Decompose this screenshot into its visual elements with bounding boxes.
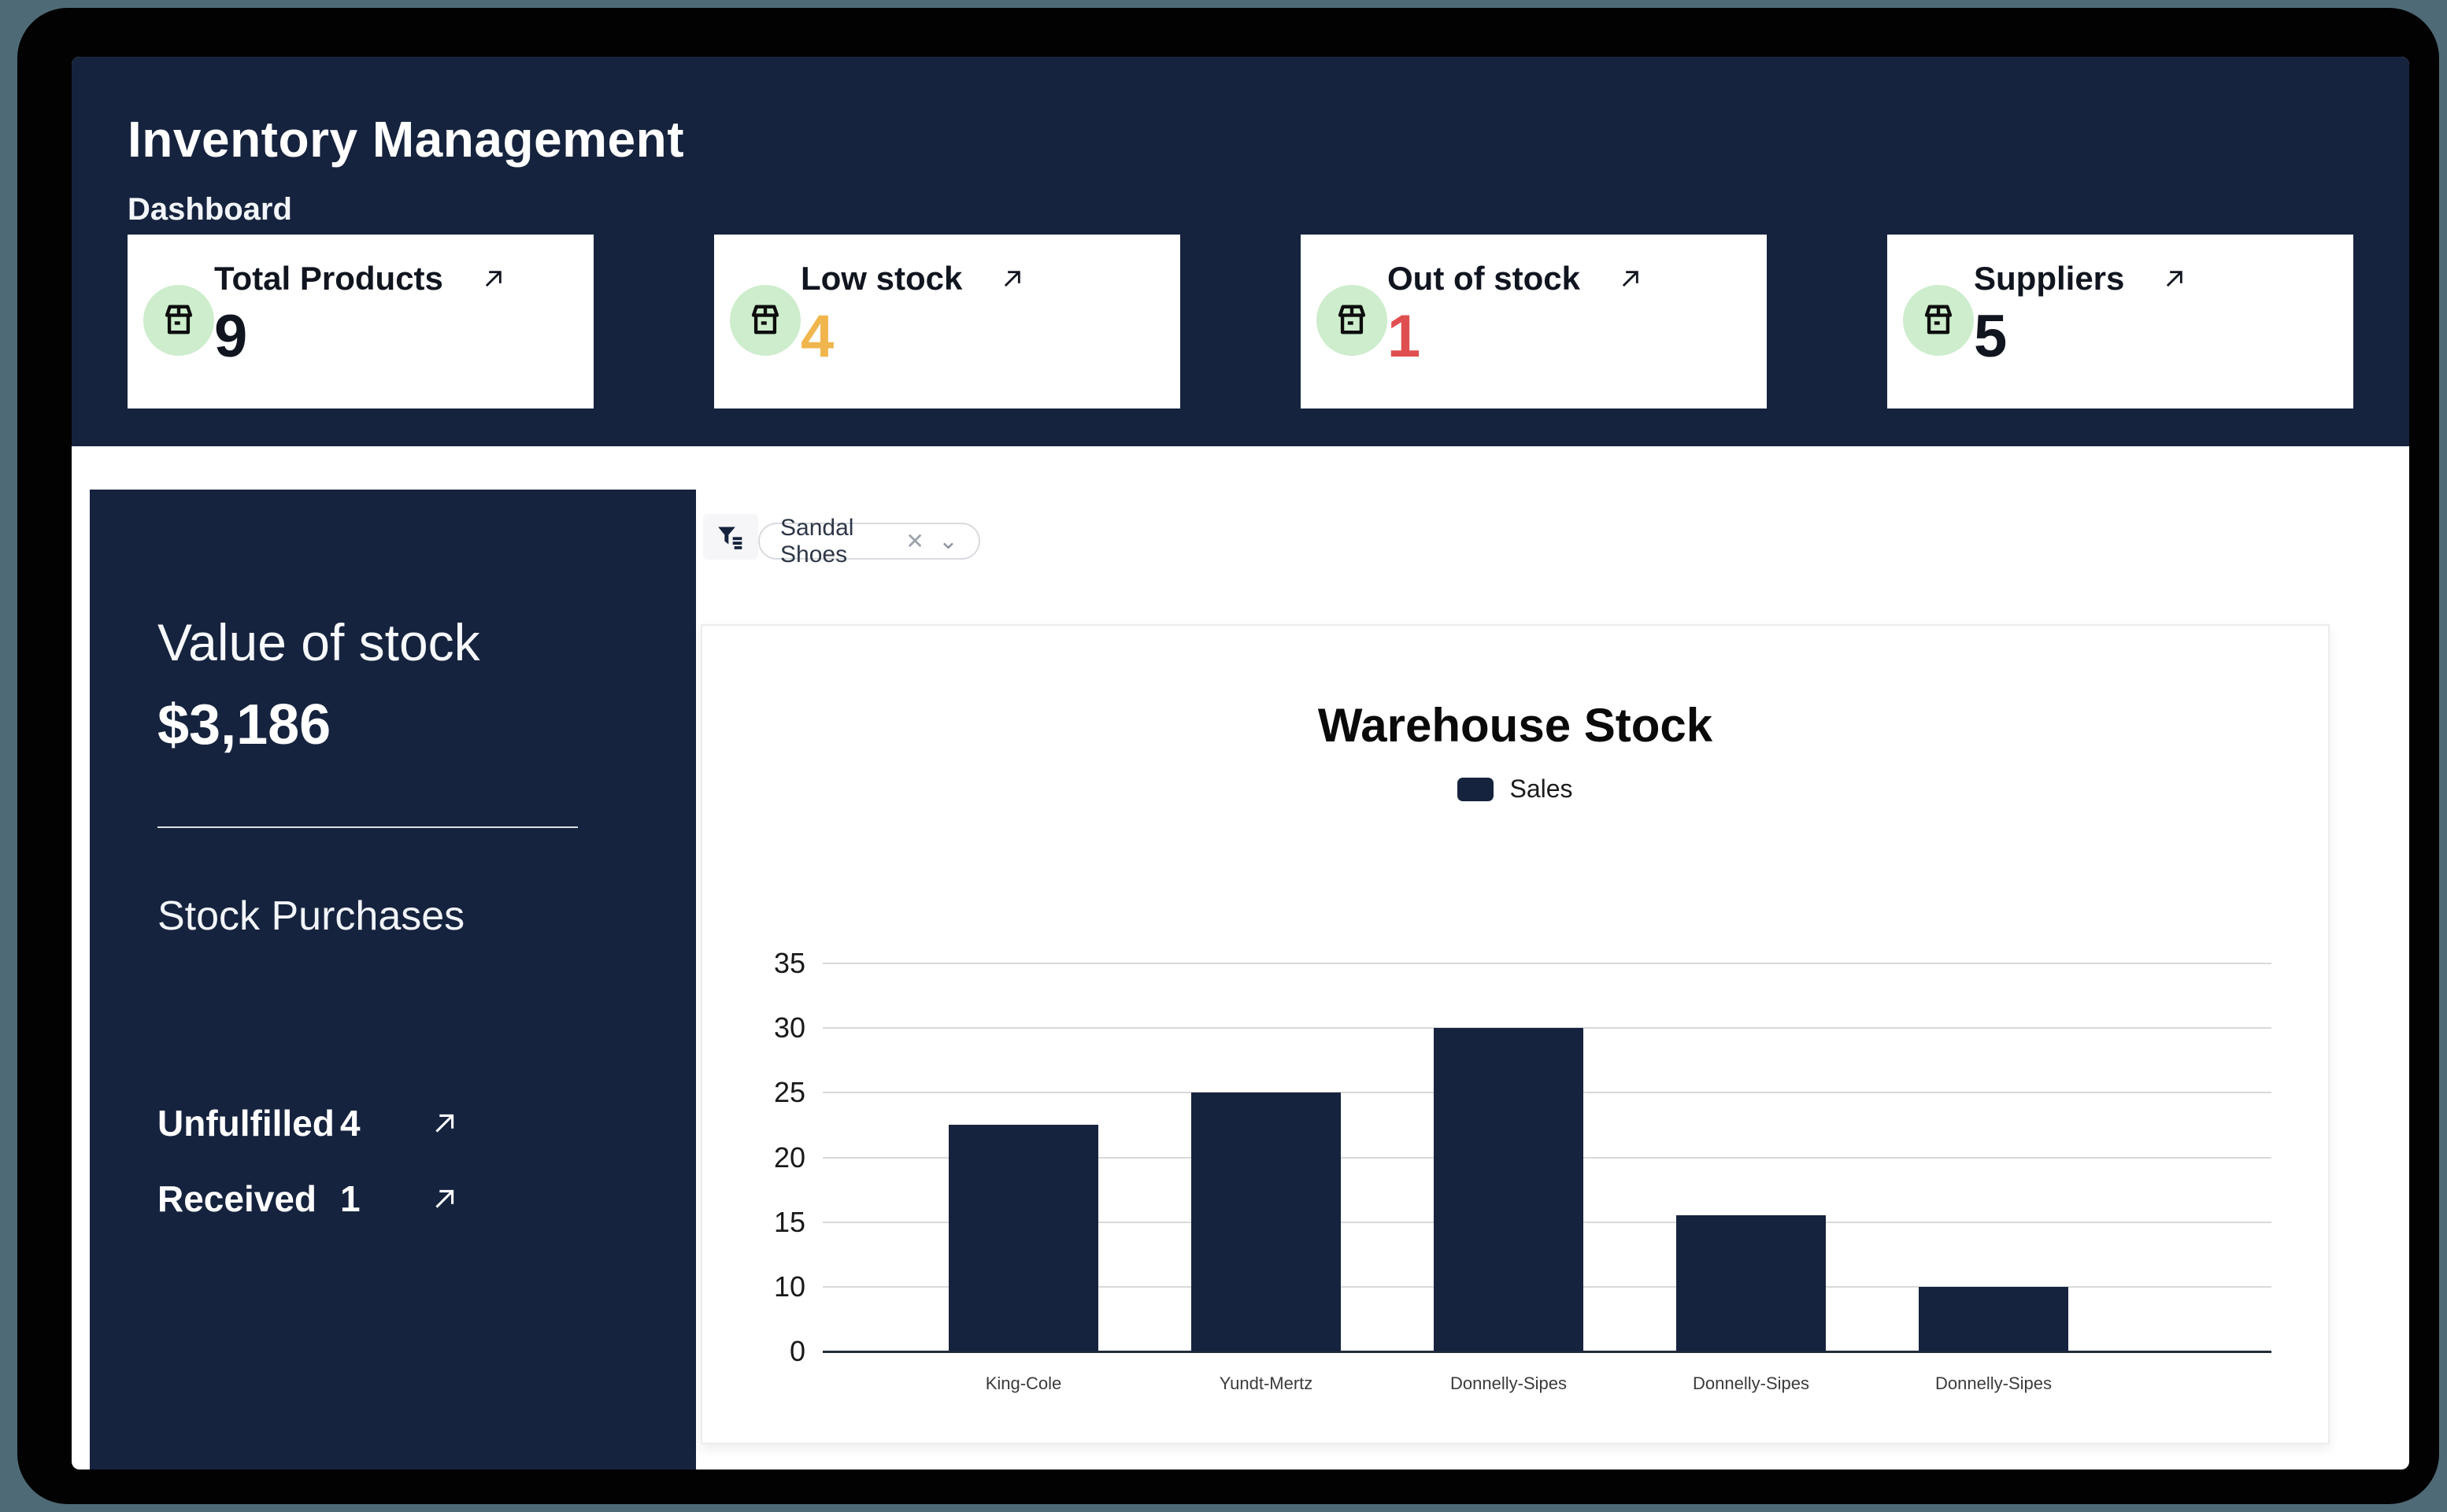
- y-tick-label: 15: [719, 1206, 805, 1239]
- open-link-arrow-icon[interactable]: [2159, 263, 2190, 294]
- unfulfilled-count: 4: [340, 1102, 427, 1144]
- open-link-arrow-icon[interactable]: [1615, 263, 1646, 294]
- received-row[interactable]: Received 1: [157, 1171, 598, 1226]
- package-icon-badge: [1316, 285, 1387, 356]
- stat-card-total-products[interactable]: Total Products 9: [128, 235, 594, 408]
- x-category-label: Donnelly-Sipes: [1868, 1373, 2119, 1394]
- unfulfilled-label: Unfulfilled: [157, 1102, 340, 1144]
- package-icon-badge: [143, 285, 214, 356]
- package-icon: [1918, 300, 1959, 341]
- package-icon-badge: [730, 285, 801, 356]
- warehouse-stock-card: Warehouse Stock Sales 0101520253035 King…: [701, 624, 2330, 1444]
- page-title: Inventory Management: [128, 110, 684, 168]
- bar-donnelly-sipes[interactable]: [1676, 1215, 1826, 1351]
- plot-wrap: 0101520253035 King-ColeYundt-MertzDonnel…: [702, 626, 2328, 1443]
- received-label: Received: [157, 1177, 340, 1220]
- package-icon: [1331, 300, 1372, 341]
- bar-yundt-mertz[interactable]: [1191, 1092, 1341, 1351]
- stat-card-label: Low stock: [801, 260, 962, 298]
- y-tick-label: 25: [719, 1076, 805, 1109]
- app-screen: Inventory Management Dashboard Total Pro…: [72, 57, 2409, 1469]
- stat-card-label: Suppliers: [1974, 260, 2124, 298]
- clear-filter-icon[interactable]: ✕: [905, 528, 924, 554]
- open-link-arrow-icon[interactable]: [997, 263, 1028, 294]
- category-filter-select[interactable]: Sandal Shoes ✕ ⌄: [758, 523, 980, 560]
- package-icon: [158, 300, 199, 341]
- open-link-arrow-icon[interactable]: [427, 1181, 463, 1217]
- y-tick-label: 30: [719, 1011, 805, 1044]
- stat-card-suppliers[interactable]: Suppliers 5: [1887, 235, 2353, 408]
- stock-purchases-title: Stock Purchases: [157, 893, 465, 940]
- value-of-stock-label: Value of stock: [157, 612, 480, 672]
- stat-card-label: Total Products: [214, 260, 443, 298]
- y-tick-label: 20: [719, 1141, 805, 1174]
- stat-card-value: 4: [801, 302, 834, 371]
- bar-king-cole[interactable]: [949, 1125, 1098, 1351]
- package-icon-badge: [1903, 285, 1974, 356]
- stat-card-value: 1: [1387, 302, 1420, 371]
- plot-area: [823, 963, 2271, 1351]
- device-frame: Inventory Management Dashboard Total Pro…: [17, 8, 2439, 1504]
- bar-donnelly-sipes[interactable]: [1919, 1287, 2068, 1351]
- header: Inventory Management Dashboard Total Pro…: [72, 57, 2409, 446]
- bar-donnelly-sipes[interactable]: [1434, 1028, 1583, 1351]
- value-of-stock-amount: $3,186: [157, 693, 331, 757]
- x-category-label: Donnelly-Sipes: [1625, 1373, 1877, 1394]
- x-category-label: Donnelly-Sipes: [1383, 1373, 1634, 1394]
- stat-cards-row: Total Products 9 Low stock: [128, 235, 2353, 408]
- gridline: [823, 963, 2271, 964]
- open-link-arrow-icon[interactable]: [478, 263, 509, 294]
- received-count: 1: [340, 1177, 427, 1220]
- stock-summary-panel: Value of stock $3,186 Stock Purchases Un…: [90, 490, 696, 1469]
- x-category-label: King-Cole: [898, 1373, 1149, 1394]
- package-icon: [745, 300, 786, 341]
- y-tick-label: 0: [719, 1335, 805, 1368]
- stat-card-value: 9: [214, 302, 247, 371]
- x-category-label: Yundt-Mertz: [1140, 1373, 1392, 1394]
- filter-button[interactable]: [703, 514, 758, 560]
- y-tick-label: 10: [719, 1270, 805, 1303]
- selected-filter-value: Sandal Shoes: [780, 515, 905, 568]
- divider: [157, 826, 578, 828]
- stat-card-out-of-stock[interactable]: Out of stock 1: [1301, 235, 1767, 408]
- open-link-arrow-icon[interactable]: [427, 1105, 463, 1141]
- stat-card-low-stock[interactable]: Low stock 4: [714, 235, 1180, 408]
- stat-card-label: Out of stock: [1387, 260, 1580, 298]
- stat-card-value: 5: [1974, 302, 2007, 371]
- y-tick-label: 35: [719, 947, 805, 980]
- filter-list-icon: [715, 521, 746, 553]
- unfulfilled-row[interactable]: Unfulfilled 4: [157, 1096, 598, 1151]
- breadcrumb: Dashboard: [128, 192, 292, 227]
